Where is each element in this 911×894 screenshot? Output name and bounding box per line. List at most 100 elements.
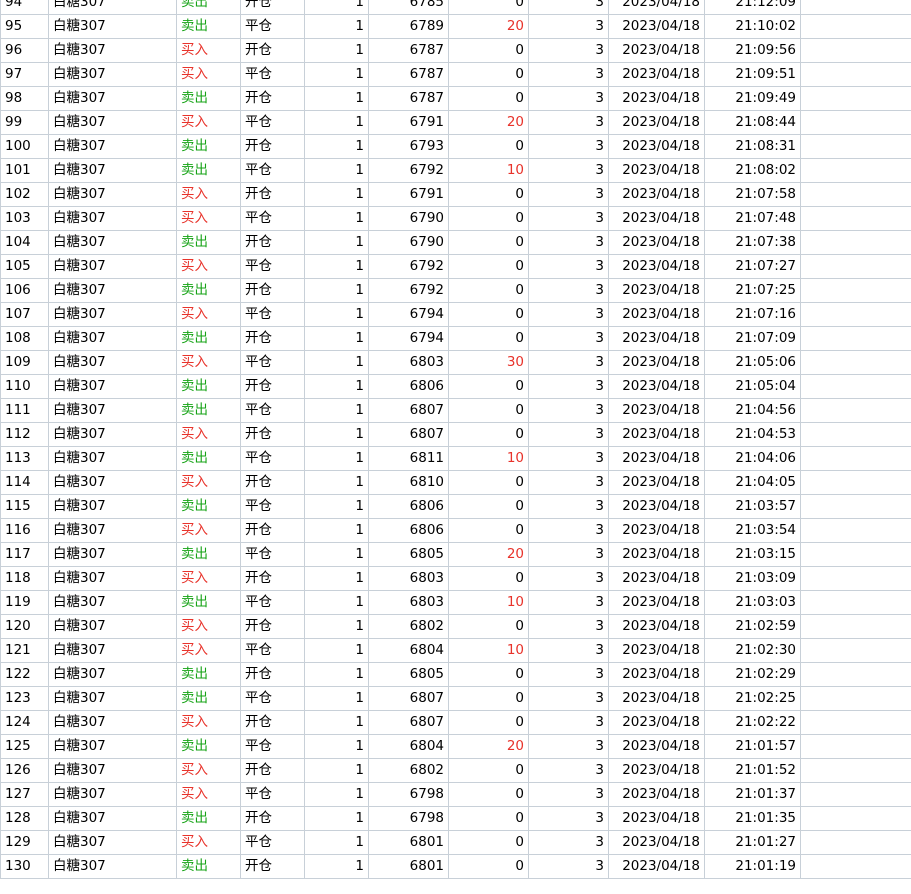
row-index-cell[interactable]: 123 (0, 686, 49, 711)
table-row[interactable]: 100 白糖307 卖出 开仓 1 6793 0 3 2023/04/18 21:08:31 (0, 134, 911, 159)
fee-cell[interactable]: 3 (528, 62, 609, 87)
quantity-cell[interactable]: 1 (304, 782, 369, 807)
price-cell[interactable]: 6802 (368, 614, 449, 639)
fee-cell[interactable]: 3 (528, 374, 609, 399)
empty-cell[interactable] (800, 494, 911, 519)
date-cell[interactable]: 2023/04/18 (608, 158, 705, 183)
date-cell[interactable]: 2023/04/18 (608, 782, 705, 807)
offset-cell[interactable]: 平仓 (240, 14, 305, 39)
offset-cell[interactable]: 开仓 (240, 806, 305, 831)
empty-cell[interactable] (800, 254, 911, 279)
offset-cell[interactable]: 平仓 (240, 110, 305, 135)
offset-cell[interactable]: 平仓 (240, 542, 305, 567)
fee-cell[interactable]: 3 (528, 302, 609, 327)
row-index-cell[interactable]: 98 (0, 86, 49, 111)
price-cell[interactable]: 6791 (368, 110, 449, 135)
contract-cell[interactable]: 白糖307 (48, 854, 177, 879)
price-cell[interactable]: 6798 (368, 806, 449, 831)
row-index-cell[interactable]: 102 (0, 182, 49, 207)
contract-cell[interactable]: 白糖307 (48, 374, 177, 399)
quantity-cell[interactable]: 1 (304, 422, 369, 447)
row-index-cell[interactable]: 122 (0, 662, 49, 687)
profit-cell[interactable]: 0 (448, 254, 529, 279)
table-row[interactable]: 122 白糖307 卖出 开仓 1 6805 0 3 2023/04/18 21:02:29 (0, 662, 911, 687)
quantity-cell[interactable]: 1 (304, 374, 369, 399)
price-cell[interactable]: 6807 (368, 686, 449, 711)
profit-cell[interactable]: 0 (448, 86, 529, 111)
time-cell[interactable]: 21:04:56 (704, 398, 801, 423)
profit-cell[interactable]: 10 (448, 446, 529, 471)
price-cell[interactable]: 6791 (368, 182, 449, 207)
empty-cell[interactable] (800, 542, 911, 567)
profit-cell[interactable]: 0 (448, 230, 529, 255)
profit-cell[interactable]: 0 (448, 134, 529, 159)
empty-cell[interactable] (800, 206, 911, 231)
time-cell[interactable]: 21:01:37 (704, 782, 801, 807)
direction-cell[interactable]: 卖出 (176, 278, 241, 303)
table-row[interactable]: 130 白糖307 卖出 开仓 1 6801 0 3 2023/04/18 21:01:19 (0, 854, 911, 879)
date-cell[interactable]: 2023/04/18 (608, 254, 705, 279)
date-cell[interactable]: 2023/04/18 (608, 494, 705, 519)
row-index-cell[interactable]: 130 (0, 854, 49, 879)
offset-cell[interactable]: 平仓 (240, 734, 305, 759)
row-index-cell[interactable]: 94 (0, 0, 49, 15)
quantity-cell[interactable]: 1 (304, 494, 369, 519)
table-row[interactable]: 96 白糖307 买入 开仓 1 6787 0 3 2023/04/18 21:09:56 (0, 38, 911, 63)
contract-cell[interactable]: 白糖307 (48, 686, 177, 711)
contract-cell[interactable]: 白糖307 (48, 494, 177, 519)
contract-cell[interactable]: 白糖307 (48, 254, 177, 279)
price-cell[interactable]: 6789 (368, 14, 449, 39)
time-cell[interactable]: 21:08:02 (704, 158, 801, 183)
date-cell[interactable]: 2023/04/18 (608, 566, 705, 591)
direction-cell[interactable]: 卖出 (176, 134, 241, 159)
offset-cell[interactable]: 开仓 (240, 422, 305, 447)
fee-cell[interactable]: 3 (528, 518, 609, 543)
direction-cell[interactable]: 卖出 (176, 86, 241, 111)
row-index-cell[interactable]: 115 (0, 494, 49, 519)
price-cell[interactable]: 6793 (368, 134, 449, 159)
table-row[interactable]: 119 白糖307 卖出 平仓 1 6803 10 3 2023/04/18 21:03:03 (0, 590, 911, 615)
table-row[interactable]: 112 白糖307 买入 开仓 1 6807 0 3 2023/04/18 21:04:53 (0, 422, 911, 447)
table-row[interactable]: 104 白糖307 卖出 开仓 1 6790 0 3 2023/04/18 21:07:38 (0, 230, 911, 255)
contract-cell[interactable]: 白糖307 (48, 158, 177, 183)
empty-cell[interactable] (800, 662, 911, 687)
offset-cell[interactable]: 平仓 (240, 206, 305, 231)
profit-cell[interactable]: 0 (448, 470, 529, 495)
time-cell[interactable]: 21:10:02 (704, 14, 801, 39)
quantity-cell[interactable]: 1 (304, 254, 369, 279)
contract-cell[interactable]: 白糖307 (48, 638, 177, 663)
price-cell[interactable]: 6787 (368, 62, 449, 87)
contract-cell[interactable]: 白糖307 (48, 446, 177, 471)
date-cell[interactable]: 2023/04/18 (608, 182, 705, 207)
time-cell[interactable]: 21:07:09 (704, 326, 801, 351)
table-row[interactable]: 127 白糖307 买入 平仓 1 6798 0 3 2023/04/18 21:01:37 (0, 782, 911, 807)
empty-cell[interactable] (800, 14, 911, 39)
time-cell[interactable]: 21:02:59 (704, 614, 801, 639)
quantity-cell[interactable]: 1 (304, 182, 369, 207)
fee-cell[interactable]: 3 (528, 38, 609, 63)
profit-cell[interactable]: 0 (448, 686, 529, 711)
date-cell[interactable]: 2023/04/18 (608, 278, 705, 303)
offset-cell[interactable]: 开仓 (240, 326, 305, 351)
table-row[interactable]: 95 白糖307 卖出 平仓 1 6789 20 3 2023/04/18 21:10:02 (0, 14, 911, 39)
empty-cell[interactable] (800, 686, 911, 711)
time-cell[interactable]: 21:01:57 (704, 734, 801, 759)
price-cell[interactable]: 6803 (368, 350, 449, 375)
time-cell[interactable]: 21:07:27 (704, 254, 801, 279)
table-row[interactable]: 107 白糖307 买入 平仓 1 6794 0 3 2023/04/18 21:07:16 (0, 302, 911, 327)
time-cell[interactable]: 21:03:54 (704, 518, 801, 543)
table-row[interactable]: 121 白糖307 买入 平仓 1 6804 10 3 2023/04/18 21:02:30 (0, 638, 911, 663)
direction-cell[interactable]: 买入 (176, 350, 241, 375)
table-row[interactable]: 114 白糖307 买入 开仓 1 6810 0 3 2023/04/18 21:04:05 (0, 470, 911, 495)
direction-cell[interactable]: 买入 (176, 566, 241, 591)
fee-cell[interactable]: 3 (528, 14, 609, 39)
contract-cell[interactable]: 白糖307 (48, 134, 177, 159)
fee-cell[interactable]: 3 (528, 758, 609, 783)
offset-cell[interactable]: 平仓 (240, 782, 305, 807)
table-row[interactable]: 118 白糖307 买入 开仓 1 6803 0 3 2023/04/18 21:03:09 (0, 566, 911, 591)
contract-cell[interactable]: 白糖307 (48, 422, 177, 447)
time-cell[interactable]: 21:08:31 (704, 134, 801, 159)
empty-cell[interactable] (800, 854, 911, 879)
row-index-cell[interactable]: 109 (0, 350, 49, 375)
offset-cell[interactable]: 平仓 (240, 398, 305, 423)
